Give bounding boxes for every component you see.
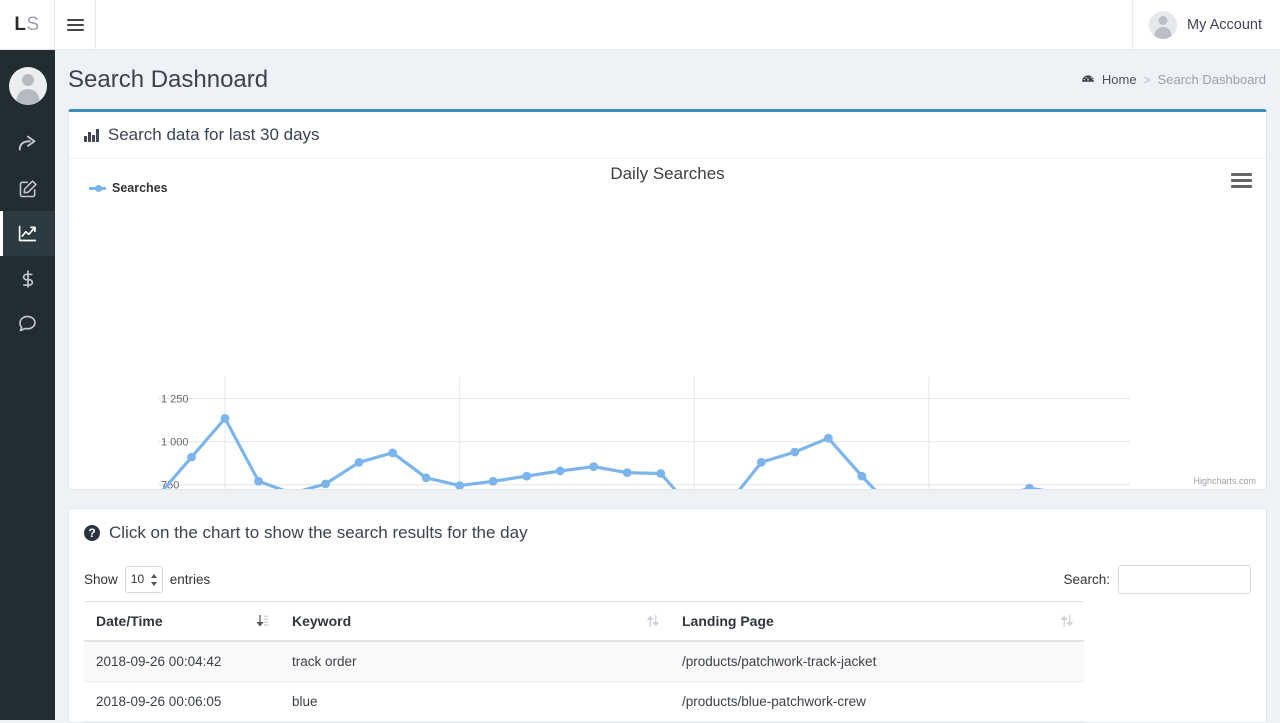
chart-series-line-searches[interactable] [158,418,1130,489]
chart-data-point[interactable] [623,468,632,477]
chart-data-point[interactable] [187,453,196,462]
sidebar-item-search-dashboard[interactable] [0,211,55,256]
length-label-before: Show [84,572,118,587]
table-head: Date/Time Keyword [84,602,1084,642]
column-header-landing-page[interactable]: Landing Page [670,602,1084,642]
sort-indicator-none-icon [1061,614,1073,628]
chart-data-point[interactable] [522,472,531,481]
top-navbar: LS My Account [0,0,1280,50]
page-header: Search Dashnoard Home > Search Dashboard [55,50,1280,109]
search-results-table: Date/Time Keyword [84,601,1084,722]
chart-data-point[interactable] [790,448,799,457]
breadcrumb-current: Search Dashboard [1158,72,1266,87]
chart-data-point[interactable] [455,481,464,489]
chart-panel-title: Search data for last 30 days [108,125,320,145]
sort-indicator-asc-icon [257,614,269,628]
sidebar-spacer [0,105,55,121]
main-content: Search Dashnoard Home > Search Dashboard… [55,50,1280,720]
datatable-length-control: Show 102550100 entries [84,566,210,593]
share-arrow-icon [17,133,39,155]
search-input[interactable] [1118,565,1251,594]
column-header-datetime-label: Date/Time [96,613,163,629]
chart-data-point[interactable] [221,414,230,423]
chart-data-point[interactable] [254,477,263,486]
chart-plot-area[interactable]: 2505007501 0001 2503. Sep10. Sep17. Sep2… [69,159,1265,489]
chart-ytick-label: 1 250 [161,394,189,406]
search-label: Search: [1063,572,1110,587]
chart-data-point[interactable] [757,458,766,467]
cell-landing-page: /products/blue-patchwork-crew [670,682,1084,722]
app-logo[interactable]: LS [0,0,55,49]
chart-data-point[interactable] [556,467,565,476]
sidebar-item-edit[interactable] [0,166,55,211]
my-account-menu[interactable]: My Account [1132,0,1280,49]
breadcrumb-separator: > [1144,73,1151,87]
cell-datetime: 2018-09-26 00:06:05 [84,682,280,722]
cell-keyword: track order [280,641,670,682]
chart-data-point[interactable] [489,477,498,486]
chart-data-point[interactable] [589,462,598,471]
table-body: 2018-09-26 00:04:42track order/products/… [84,641,1084,722]
comment-bubble-icon [17,313,38,334]
breadcrumb-home-link[interactable]: Home [1102,72,1137,87]
table-row[interactable]: 2018-09-26 00:04:42track order/products/… [84,641,1084,682]
datatable-controls: Show 102550100 entries Search: [69,557,1266,601]
daily-searches-chart[interactable]: Daily Searches Searches 2505007501 0001 … [69,159,1266,489]
logo-primary-text: L [14,14,26,36]
dollar-sign-icon [18,269,38,289]
chart-data-point[interactable] [355,458,364,467]
hamburger-icon [67,16,84,34]
page-title: Search Dashnoard [68,66,268,94]
length-label-after: entries [170,572,211,587]
chart-panel-body: Daily Searches Searches 2505007501 0001 … [69,159,1266,489]
question-circle-icon: ? [84,525,100,541]
entries-select-wrapper: 102550100 [125,566,163,593]
chart-data-point[interactable] [388,448,397,457]
column-header-keyword[interactable]: Keyword [280,602,670,642]
sidebar-user-avatar[interactable] [9,67,47,105]
column-header-datetime[interactable]: Date/Time [84,602,280,642]
cell-keyword: blue [280,682,670,722]
cell-landing-page: /products/patchwork-track-jacket [670,641,1084,682]
results-panel: ? Click on the chart to show the search … [68,508,1267,723]
entries-per-page-select[interactable]: 102550100 [125,566,163,593]
account-label: My Account [1187,17,1262,33]
sidebar-item-messages[interactable] [0,301,55,346]
chart-credit[interactable]: Highcharts.com [1193,476,1256,486]
sidebar-toggle-button[interactable] [55,0,96,49]
chart-panel: Search data for last 30 days Daily Searc… [68,109,1267,490]
bar-chart-icon [84,128,99,142]
chart-panel-header: Search data for last 30 days [69,112,1266,159]
chart-data-point[interactable] [422,473,431,482]
column-header-keyword-label: Keyword [292,613,351,629]
line-chart-icon [17,223,38,244]
results-panel-title: Click on the chart to show the search re… [109,523,528,543]
logo-secondary-text: S [26,14,39,36]
breadcrumb: Home > Search Dashboard [1081,72,1266,87]
column-header-landing-page-label: Landing Page [682,613,774,629]
sidebar-item-share[interactable] [0,121,55,166]
edit-pencil-square-icon [18,179,38,199]
table-header-row: Date/Time Keyword [84,602,1084,642]
cell-datetime: 2018-09-26 00:04:42 [84,641,280,682]
results-panel-header: ? Click on the chart to show the search … [69,509,1266,557]
chart-data-point[interactable] [321,479,330,488]
datatable-search-control: Search: [1063,565,1251,594]
chart-ytick-label: 1 000 [161,437,189,449]
chart-data-point[interactable] [824,434,833,443]
sidebar [0,50,55,720]
topnav-spacer [96,0,1132,49]
chart-data-point[interactable] [857,472,866,481]
sidebar-item-billing[interactable] [0,256,55,301]
table-row[interactable]: 2018-09-26 00:06:05blue/products/blue-pa… [84,682,1084,722]
user-avatar-icon [1149,11,1177,39]
dashboard-icon [1081,73,1095,87]
chart-data-point[interactable] [656,469,665,478]
sort-indicator-none-icon [647,614,659,628]
